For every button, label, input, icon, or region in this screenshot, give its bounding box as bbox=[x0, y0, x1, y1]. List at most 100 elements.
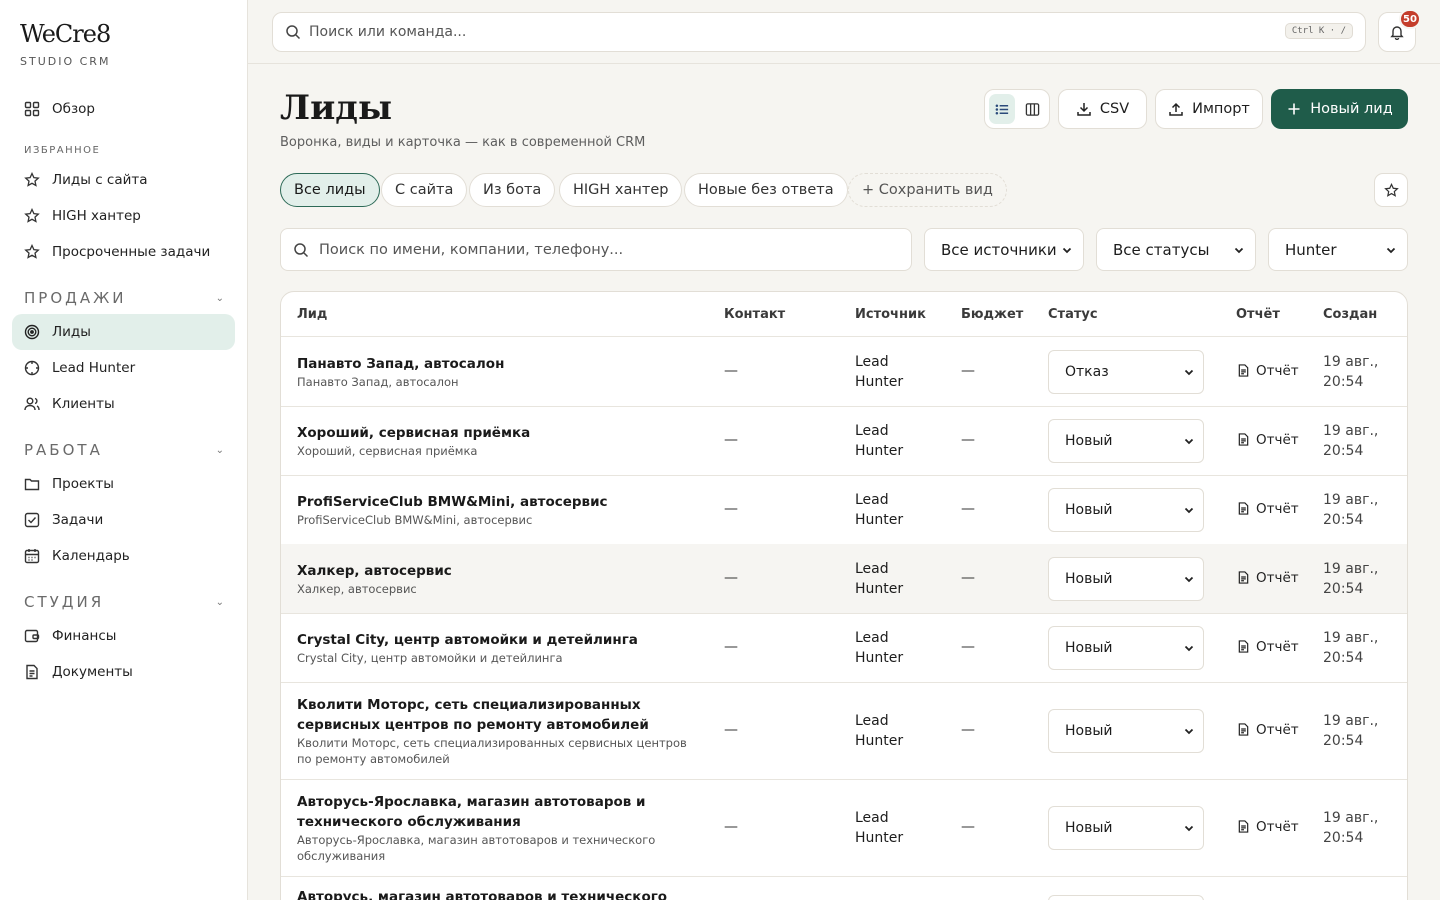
lead-status-select[interactable]: Новый bbox=[1048, 556, 1204, 601]
lead-name-link[interactable]: Халкер, автосервис Халкер, автосервис bbox=[297, 561, 697, 597]
star-icon bbox=[24, 208, 40, 224]
sidebar-item-leads[interactable]: Лиды bbox=[12, 314, 235, 350]
lead-status-select[interactable] bbox=[1048, 895, 1204, 900]
lead-status-select[interactable]: Новый bbox=[1048, 708, 1204, 753]
lead-name-link[interactable]: Авторусь, магазин автотоваров и техничес… bbox=[297, 887, 697, 900]
column-header-budget[interactable]: Бюджет bbox=[961, 307, 1023, 322]
lead-created-time: 20:54 bbox=[1323, 442, 1364, 459]
command-search-input[interactable]: Поиск или команда... Ctrl K · / bbox=[272, 12, 1366, 52]
star-icon bbox=[24, 244, 40, 260]
lead-created-time: 20:54 bbox=[1323, 373, 1364, 390]
column-header-contact[interactable]: Контакт bbox=[724, 307, 785, 322]
sidebar-item-projects[interactable]: Проекты bbox=[12, 466, 235, 502]
view-chip-high-hunter[interactable]: HIGH хантер bbox=[559, 173, 683, 207]
view-chip-new-no-reply[interactable]: Новые без ответа bbox=[684, 173, 848, 207]
lead-name-link[interactable]: Кволити Моторс, сеть специализированных … bbox=[297, 695, 697, 767]
list-icon bbox=[995, 103, 1008, 115]
lead-contact: — bbox=[724, 569, 738, 586]
lead-status-select[interactable]: Отказ bbox=[1048, 349, 1204, 394]
sidebar-item-finance[interactable]: Финансы bbox=[12, 618, 235, 654]
table-row[interactable]: Панавто Запад, автосалон Панавто Запад, а… bbox=[281, 337, 1407, 406]
sidebar-item-overdue-tasks[interactable]: Просроченные задачи bbox=[12, 234, 235, 270]
lead-report-link[interactable]: Отчёт bbox=[1237, 570, 1299, 586]
column-header-lead[interactable]: Лид bbox=[297, 307, 327, 322]
lead-name: Хороший, сервисная приёмка bbox=[297, 425, 531, 441]
column-header-status[interactable]: Статус bbox=[1048, 307, 1098, 322]
lead-status-value: Новый bbox=[1065, 501, 1113, 518]
search-icon bbox=[286, 25, 301, 40]
table-row[interactable]: Авторусь-Ярославка, магазин автотоваров … bbox=[281, 779, 1407, 876]
favorite-view-button[interactable] bbox=[1374, 173, 1408, 207]
sidebar-item-overview[interactable]: Обзор bbox=[12, 91, 235, 127]
lead-status-value: Новый bbox=[1065, 432, 1113, 449]
sidebar-item-high-hunter[interactable]: HIGH хантер bbox=[12, 198, 235, 234]
view-chip-all-leads[interactable]: Все лиды bbox=[280, 173, 380, 207]
lead-report-link[interactable]: Отчёт bbox=[1237, 722, 1299, 738]
table-row[interactable]: Авторусь, магазин автотоваров и техничес… bbox=[281, 876, 1407, 900]
topbar: Поиск или команда... Ctrl K · / 50 bbox=[248, 0, 1440, 64]
lead-status-select[interactable]: Новый bbox=[1048, 418, 1204, 463]
board-view-button[interactable] bbox=[1019, 94, 1045, 124]
column-header-created[interactable]: Создан bbox=[1323, 307, 1377, 322]
section-work-toggle[interactable]: РАБОТА ⌄ bbox=[24, 440, 224, 460]
lead-source: Lead Hunter bbox=[855, 711, 903, 751]
sidebar-item-calendar[interactable]: Календарь bbox=[12, 538, 235, 574]
view-chip-from-site[interactable]: С сайта bbox=[381, 173, 468, 207]
lead-source: Lead Hunter bbox=[855, 808, 903, 848]
table-row[interactable]: Хороший, сервисная приёмка Хороший, серви… bbox=[281, 406, 1407, 475]
lead-report-link[interactable]: Отчёт bbox=[1237, 432, 1299, 448]
sidebar-item-documents[interactable]: Документы bbox=[12, 654, 235, 690]
sidebar-item-lead-hunter[interactable]: Lead Hunter bbox=[12, 350, 235, 386]
table-row[interactable]: Crystal City, центр автомойки и детейлин… bbox=[281, 613, 1407, 682]
sidebar-item-clients[interactable]: Клиенты bbox=[12, 386, 235, 422]
lead-name-link[interactable]: Crystal City, центр автомойки и детейлин… bbox=[297, 630, 697, 666]
notifications-button[interactable]: 50 bbox=[1378, 9, 1421, 52]
sidebar-item-label: HIGH хантер bbox=[52, 208, 141, 224]
lead-name-link[interactable]: Авторусь-Ярославка, магазин автотоваров … bbox=[297, 792, 697, 864]
shortcut-hint: Ctrl K · / bbox=[1284, 23, 1353, 39]
lead-source-line1: Lead bbox=[855, 422, 889, 439]
column-header-source[interactable]: Источник bbox=[855, 307, 926, 322]
section-sales-toggle[interactable]: ПРОДАЖИ ⌄ bbox=[24, 288, 224, 308]
lead-name: Панавто Запад, автосалон bbox=[297, 356, 505, 372]
sidebar-item-site-leads[interactable]: Лиды с сайта bbox=[12, 162, 235, 198]
chevron-down-icon: ⌄ bbox=[215, 444, 224, 456]
source-filter-select[interactable]: Все источники bbox=[924, 228, 1084, 271]
lead-report-link[interactable]: Отчёт bbox=[1237, 501, 1299, 517]
sidebar-item-label: Lead Hunter bbox=[52, 360, 136, 376]
lead-created-date: 19 авг., bbox=[1323, 629, 1379, 646]
lead-name-link[interactable]: Панавто Запад, автосалон Панавто Запад, а… bbox=[297, 354, 697, 390]
new-lead-button[interactable]: Новый лид bbox=[1271, 89, 1408, 129]
brand-logo[interactable]: WeCre8 bbox=[20, 20, 111, 48]
lead-search-input[interactable]: Поиск по имени, компании, телефону... bbox=[280, 228, 912, 271]
status-filter-select[interactable]: Все статусы bbox=[1096, 228, 1256, 271]
csv-export-button[interactable]: CSV bbox=[1058, 89, 1147, 129]
lead-status-select[interactable]: Новый bbox=[1048, 487, 1204, 532]
section-studio-toggle[interactable]: СТУДИЯ ⌄ bbox=[24, 592, 224, 612]
lead-budget: — bbox=[961, 569, 975, 586]
owner-filter-select[interactable]: Hunter bbox=[1268, 228, 1408, 271]
lead-status-select[interactable]: Новый bbox=[1048, 625, 1204, 670]
lead-source-line2: Hunter bbox=[855, 580, 904, 597]
lead-budget: — bbox=[961, 638, 975, 655]
page-title: Лиды bbox=[280, 88, 393, 128]
lead-report-link[interactable]: Отчёт bbox=[1237, 639, 1299, 655]
folder-icon bbox=[24, 476, 40, 492]
table-row[interactable]: Халкер, автосервис Халкер, автосервис — Lea… bbox=[281, 544, 1407, 613]
page-subtitle: Воронка, виды и карточка — как в совреме… bbox=[280, 135, 646, 150]
import-button[interactable]: Импорт bbox=[1155, 89, 1263, 129]
lead-name-link[interactable]: Хороший, сервисная приёмка Хороший, серви… bbox=[297, 423, 697, 459]
lead-report-link[interactable]: Отчёт bbox=[1237, 819, 1299, 835]
lead-source-line1: Lead bbox=[855, 809, 889, 826]
view-chip-from-bot[interactable]: Из бота bbox=[469, 173, 556, 207]
column-header-report[interactable]: Отчёт bbox=[1236, 307, 1280, 322]
lead-report-link[interactable]: Отчёт bbox=[1237, 363, 1299, 379]
lead-status-select[interactable]: Новый bbox=[1048, 805, 1204, 850]
table-row[interactable]: ProfiServiceClub BMW&Mini, автосервис Pro… bbox=[281, 475, 1407, 544]
leads-table: Лид Контакт Источник Бюджет Статус Отчёт… bbox=[280, 291, 1408, 900]
table-row[interactable]: Кволити Моторс, сеть специализированных … bbox=[281, 682, 1407, 779]
save-view-button[interactable]: + Сохранить вид bbox=[848, 173, 1007, 207]
sidebar-item-tasks[interactable]: Задачи bbox=[12, 502, 235, 538]
list-view-button[interactable] bbox=[989, 94, 1015, 124]
lead-name-link[interactable]: ProfiServiceClub BMW&Mini, автосервис Pro… bbox=[297, 492, 697, 528]
